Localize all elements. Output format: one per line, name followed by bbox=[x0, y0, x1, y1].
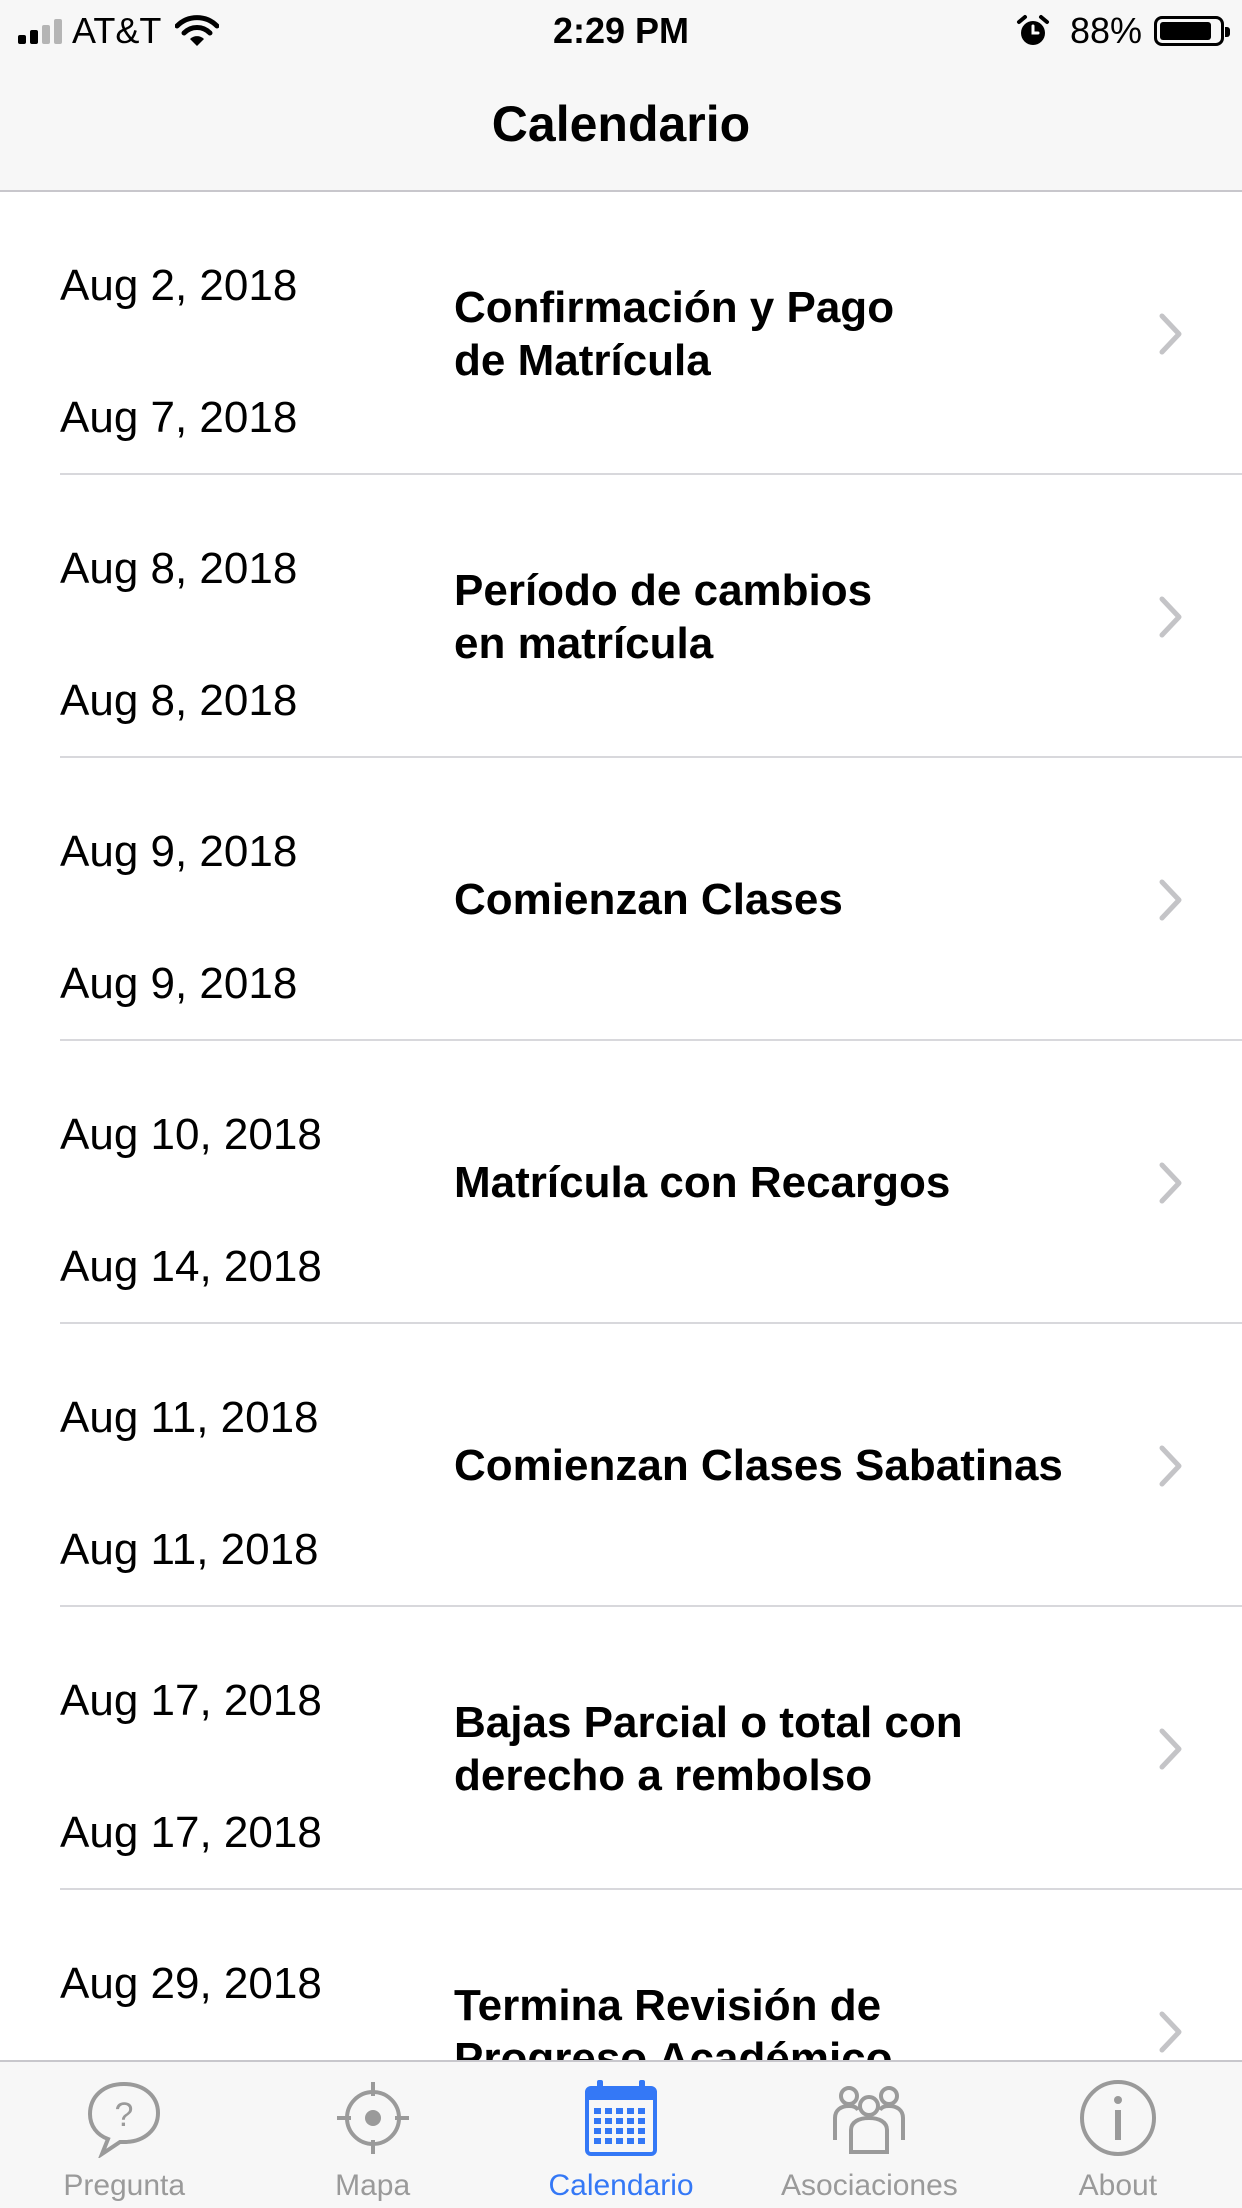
event-title: Bajas Parcial o total con derecho a rembo… bbox=[454, 1607, 1094, 1890]
event-end-date: Aug 9, 2018 bbox=[60, 959, 298, 1008]
info-icon bbox=[1079, 2080, 1156, 2156]
event-title: Comienzan Clases Sabatinas bbox=[454, 1324, 1094, 1607]
event-title-line: derecho a rembolso bbox=[454, 1750, 873, 1800]
event-title: Período de cambios en matrícula bbox=[454, 475, 1094, 758]
tab-label: Pregunta bbox=[63, 2169, 186, 2202]
tab-mapa[interactable]: Mapa bbox=[248, 2062, 496, 2208]
event-row[interactable]: Aug 9, 2018 Aug 9, 2018 Comienzan Clases bbox=[0, 758, 1242, 1041]
event-end-date: Aug 11, 2018 bbox=[60, 1525, 319, 1574]
page-title: Calendario bbox=[491, 96, 751, 152]
event-title-line: Bajas Parcial o total con bbox=[454, 1697, 963, 1747]
status-bar: AT&T 2:29 PM 88% bbox=[0, 0, 1242, 62]
event-title: Comienzan Clases bbox=[454, 758, 1094, 1041]
chevron-right-icon bbox=[1159, 1162, 1182, 1204]
tab-pregunta[interactable]: ? Pregunta bbox=[0, 2062, 248, 2208]
event-row[interactable]: Aug 11, 2018 Aug 11, 2018 Comienzan Clases… bbox=[0, 1324, 1242, 1607]
event-row[interactable]: Aug 8, 2018 Aug 8, 2018 Período de cambios… bbox=[0, 475, 1242, 758]
location-target-icon bbox=[336, 2082, 409, 2154]
tab-label: About bbox=[1078, 2169, 1158, 2202]
tab-calendario[interactable]: Calendario bbox=[497, 2062, 745, 2208]
event-title-line: Progreso Académico bbox=[454, 2033, 893, 2061]
event-end-date: Aug 8, 2018 bbox=[60, 676, 298, 725]
event-start-date: Aug 29, 2018 bbox=[60, 1959, 322, 2008]
tab-label: Asociaciones bbox=[781, 2169, 958, 2202]
event-title-line: Comienzan Clases bbox=[454, 875, 843, 924]
battery-percent: 88% bbox=[1069, 10, 1142, 51]
event-title-line: Matrícula con Recargos bbox=[454, 1158, 951, 1207]
battery-icon bbox=[1154, 16, 1230, 46]
event-title-line: Período de cambios bbox=[454, 565, 873, 615]
event-row[interactable]: Aug 17, 2018 Aug 17, 2018 Bajas Parcial o … bbox=[0, 1607, 1242, 1890]
svg-text:?: ? bbox=[115, 2096, 134, 2134]
event-title-line: de Matrícula bbox=[454, 335, 711, 385]
event-start-date: Aug 2, 2018 bbox=[60, 261, 298, 310]
event-title-line: en matrícula bbox=[454, 618, 714, 668]
question-bubble-icon: ? bbox=[88, 2081, 161, 2158]
chevron-right-icon bbox=[1159, 313, 1182, 355]
event-title-line: Comienzan Clases Sabatinas bbox=[454, 1441, 1063, 1490]
event-row[interactable]: Aug 29, 2018 Termina Revisión de Progreso … bbox=[0, 1890, 1242, 2060]
event-start-date: Aug 11, 2018 bbox=[60, 1393, 319, 1442]
event-list[interactable]: Aug 2, 2018 Aug 7, 2018 Confirmación y Pag… bbox=[0, 192, 1242, 2060]
event-end-date: Aug 14, 2018 bbox=[60, 1242, 322, 1291]
chevron-right-icon bbox=[1159, 596, 1182, 638]
event-start-date: Aug 8, 2018 bbox=[60, 544, 298, 593]
tab-about[interactable]: About bbox=[994, 2062, 1242, 2208]
chevron-right-icon bbox=[1159, 1728, 1182, 1770]
event-start-date: Aug 9, 2018 bbox=[60, 827, 298, 876]
event-title-line: Confirmación y Pago bbox=[454, 282, 895, 332]
battery-fill bbox=[1160, 22, 1211, 40]
calendar-icon bbox=[585, 2080, 658, 2156]
group-people-icon bbox=[833, 2086, 906, 2154]
event-title-line: Termina Revisión de bbox=[454, 1980, 882, 2030]
event-row[interactable]: Aug 2, 2018 Aug 7, 2018 Confirmación y Pag… bbox=[0, 192, 1242, 475]
tab-bar: ? Pregunta Mapa Calendario Asociaciones About bbox=[0, 2060, 1242, 2208]
event-title: Termina Revisión de Progreso Académico bbox=[454, 1890, 1094, 2061]
alarm-icon bbox=[1016, 15, 1049, 45]
tab-asociaciones[interactable]: Asociaciones bbox=[745, 2062, 993, 2208]
event-end-date: Aug 7, 2018 bbox=[60, 393, 298, 442]
event-start-date: Aug 10, 2018 bbox=[60, 1110, 322, 1159]
event-title: Matrícula con Recargos bbox=[454, 1041, 1094, 1324]
event-row[interactable]: Aug 10, 2018 Aug 14, 2018 Matrícula con Re… bbox=[0, 1041, 1242, 1324]
chevron-right-icon bbox=[1159, 2011, 1182, 2053]
chevron-right-icon bbox=[1159, 879, 1182, 921]
event-title: Confirmación y Pago de Matrícula bbox=[454, 192, 1094, 475]
status-right: 88% bbox=[1016, 10, 1230, 52]
tab-label: Calendario bbox=[548, 2169, 694, 2202]
tab-label: Mapa bbox=[335, 2169, 411, 2202]
navigation-bar: Calendario bbox=[0, 62, 1242, 192]
event-end-date: Aug 17, 2018 bbox=[60, 1808, 322, 1857]
event-start-date: Aug 17, 2018 bbox=[60, 1676, 322, 1725]
chevron-right-icon bbox=[1159, 1445, 1182, 1487]
battery-nub bbox=[1225, 27, 1230, 37]
